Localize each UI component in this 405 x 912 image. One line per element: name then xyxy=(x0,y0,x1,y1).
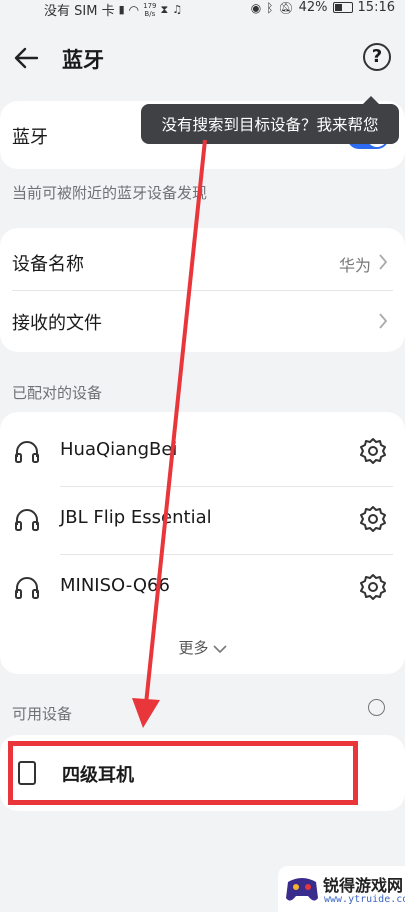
speed-value: 179 xyxy=(143,1,157,10)
chevron-down-icon xyxy=(212,644,227,653)
chevron-right-icon xyxy=(379,254,388,270)
notification-icon: ♫ xyxy=(172,3,183,16)
help-tooltip[interactable]: 没有搜索到目标设备？我来帮您 xyxy=(141,96,399,144)
wifi-icon: ◠ xyxy=(128,2,140,17)
paired-device-name: HuaQiangBei xyxy=(60,439,178,460)
page-title: 蓝牙 xyxy=(62,48,104,72)
watermark-brand: 锐得游戏网 xyxy=(323,876,404,895)
game-controller-logo xyxy=(286,878,318,901)
annotation-highlight-box xyxy=(8,741,358,805)
device-name-label: 设备名称 xyxy=(12,254,84,275)
paired-device-row[interactable]: MINISO-Q66 xyxy=(12,555,393,621)
status-left: 没有 SIM 卡 ▮ ◠ 179 B/s ⧗ ♫ xyxy=(44,0,183,20)
header: 蓝牙 ? xyxy=(0,36,405,80)
paired-device-name: JBL Flip Essential xyxy=(60,507,212,528)
sim-alert-icon: ▮ xyxy=(118,3,125,16)
headphones-icon xyxy=(15,577,39,599)
help-icon[interactable]: ? xyxy=(363,43,391,71)
gear-icon[interactable] xyxy=(359,573,387,601)
received-files-label: 接收的文件 xyxy=(12,313,102,334)
headphones-icon xyxy=(15,441,39,463)
more-button[interactable]: 更多 xyxy=(0,637,405,658)
network-speed: 179 B/s xyxy=(143,2,156,18)
bluetooth-label: 蓝牙 xyxy=(12,127,48,148)
device-name-value: 华为 xyxy=(338,256,371,275)
device-settings-card: 设备名称 华为 接收的文件 xyxy=(0,228,405,352)
loading-spinner-icon xyxy=(368,699,385,716)
battery-percent: 42% xyxy=(298,0,328,15)
battery-icon xyxy=(332,2,353,13)
back-arrow-icon[interactable] xyxy=(12,44,40,72)
speed-unit: B/s xyxy=(144,9,156,18)
clock: 15:16 xyxy=(357,0,395,15)
paired-devices-card: HuaQiangBei JBL Flip Essential MINISO-Q6… xyxy=(0,412,405,674)
received-files-row[interactable]: 接收的文件 xyxy=(12,309,393,335)
divider xyxy=(12,290,393,291)
paired-device-row[interactable]: HuaQiangBei xyxy=(12,419,393,485)
visibility-note: 当前可被附近的蓝牙设备发现 xyxy=(12,184,208,202)
chevron-right-icon xyxy=(379,313,388,329)
tooltip-text: 没有搜索到目标设备？我来帮您 xyxy=(161,116,379,134)
carrier-text: 没有 SIM 卡 xyxy=(44,4,115,19)
watermark-url: www.ytruide.com xyxy=(324,894,405,905)
bluetooth-status-icon: ᛒ xyxy=(266,0,274,15)
hourglass-icon: ⧗ xyxy=(160,2,169,16)
available-section-title: 可用设备 xyxy=(12,705,73,723)
status-right: ◉ ᛒ 🔕︎ 42% 15:16 xyxy=(251,0,395,15)
gear-icon[interactable] xyxy=(359,437,387,465)
headphones-icon xyxy=(15,509,39,531)
paired-section-title: 已配对的设备 xyxy=(12,384,103,402)
mute-icon: 🔕︎ xyxy=(278,0,294,15)
paired-device-name: MINISO-Q66 xyxy=(60,575,170,596)
paired-device-row[interactable]: JBL Flip Essential xyxy=(12,487,393,553)
watermark: 锐得游戏网 www.ytruide.com xyxy=(278,866,405,912)
gear-icon[interactable] xyxy=(359,505,387,533)
eye-icon: ◉ xyxy=(250,0,262,15)
status-bar: 没有 SIM 卡 ▮ ◠ 179 B/s ⧗ ♫ ◉ ᛒ 🔕︎ 42% 15:1… xyxy=(0,0,405,20)
more-label: 更多 xyxy=(178,639,209,657)
device-name-row[interactable]: 设备名称 xyxy=(12,250,393,276)
